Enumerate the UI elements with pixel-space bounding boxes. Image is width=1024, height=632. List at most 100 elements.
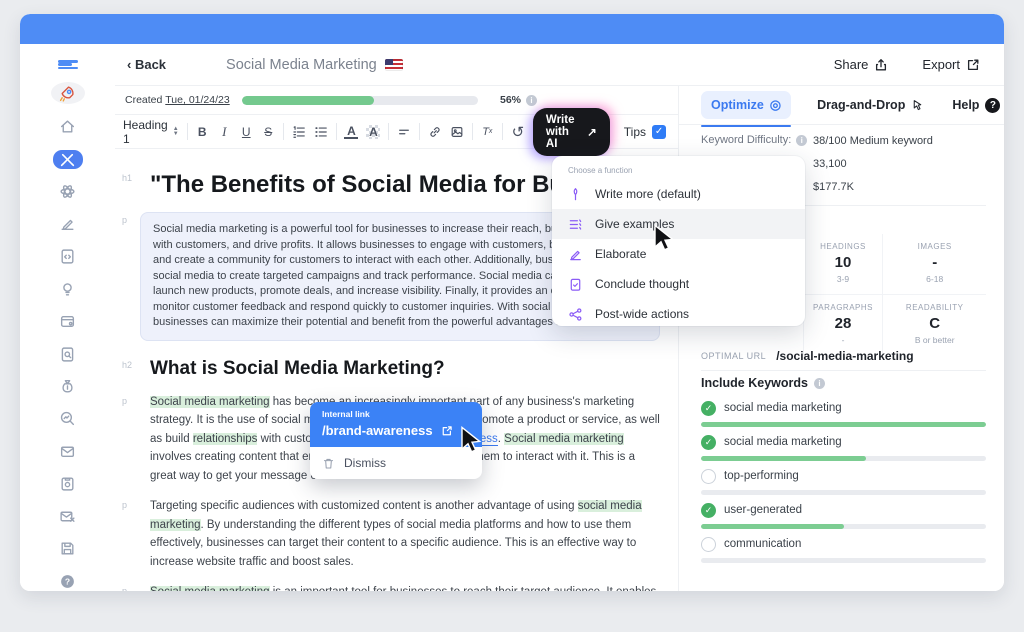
internal-link-url[interactable]: /brand-awareness <box>322 423 470 438</box>
keyword-item[interactable]: top-performing <box>701 468 986 495</box>
keyword-check-icon[interactable]: ✓ <box>701 503 716 518</box>
document-header: ‹ Back Social Media Marketing Share Expo… <box>115 44 1004 86</box>
progress-percent: 56%i <box>500 94 537 106</box>
sidebar-item-ideas[interactable] <box>53 279 83 298</box>
lightbulb-icon <box>59 281 76 298</box>
sidebar-item-audit[interactable] <box>53 344 83 363</box>
write-with-ai-button[interactable]: Write with AI↗ <box>533 108 610 156</box>
keyword-item[interactable]: communication <box>701 536 986 563</box>
stat-cell-images: IMAGES-6-18 <box>883 234 986 295</box>
sidebar-item-editor-active[interactable] <box>53 150 83 169</box>
sidebar-item-unsubscribe[interactable] <box>53 507 83 526</box>
stat-cell-headings: HEADINGS103-9 <box>804 234 884 295</box>
tab-drag-and-drop[interactable]: Drag-and-Drop <box>817 98 924 112</box>
image-button[interactable] <box>450 125 464 139</box>
tips-checkbox[interactable]: ✓ <box>652 125 666 139</box>
pen-icon <box>568 187 583 202</box>
heading2-text[interactable]: What is Social Media Marketing? <box>150 357 660 381</box>
keyword-item[interactable]: ✓social media marketing <box>701 434 986 461</box>
keyword-check-icon[interactable] <box>701 537 716 552</box>
traffic-value: $177.7K <box>813 181 854 193</box>
back-button[interactable]: ‹ Back <box>127 57 166 72</box>
browser-card-icon <box>59 313 76 330</box>
strikethrough-button[interactable]: S <box>261 125 275 139</box>
sidebar-item-research[interactable] <box>53 409 83 428</box>
undo-button[interactable]: ↺ <box>511 123 525 141</box>
heading-style-select[interactable]: Heading 1▲▼ <box>123 118 179 146</box>
share-network-icon <box>568 307 583 322</box>
share-button[interactable]: Share <box>834 57 889 72</box>
page-title[interactable]: Social Media Marketing <box>226 57 403 73</box>
bold-button[interactable]: B <box>195 125 209 139</box>
highlight-button[interactable]: A <box>366 125 380 139</box>
menu-item-post-wide-actions[interactable]: Post-wide actions <box>552 299 805 329</box>
menu-item-conclude-thought[interactable]: Conclude thought <box>552 269 805 299</box>
keyword-item[interactable]: ✓user-generated <box>701 502 986 529</box>
rocket-icon <box>59 85 76 102</box>
doc-search-icon <box>59 346 76 363</box>
block-tag: h1 <box>122 170 150 200</box>
seo-progress-bar <box>242 96 478 105</box>
search-volume-value: 33,100 <box>813 158 847 170</box>
keyword-item[interactable]: ✓social media marketing <box>701 400 986 427</box>
export-icon <box>966 58 980 72</box>
paragraph-block[interactable]: p Targeting specific audiences with cust… <box>122 497 660 571</box>
export-button[interactable]: Export <box>922 57 980 72</box>
align-button[interactable] <box>397 125 411 139</box>
image-icon <box>450 125 464 139</box>
text-color-button[interactable]: A <box>344 125 358 139</box>
link-button[interactable] <box>428 125 442 139</box>
rocket-avatar[interactable] <box>51 82 85 104</box>
sidebar-item-tasks[interactable] <box>53 474 83 493</box>
pencil-icon <box>568 247 583 262</box>
info-icon[interactable]: i <box>526 95 537 106</box>
dismiss-button[interactable]: Dismiss <box>310 447 482 479</box>
menu-icon[interactable] <box>58 60 78 69</box>
internal-link-label: Internal link <box>322 409 470 419</box>
created-date: Created Tue, 01/24/23 <box>125 94 230 106</box>
sidebar-item-help[interactable]: ? <box>53 571 83 590</box>
sidebar-item-save[interactable] <box>53 539 83 558</box>
help-badge-icon: ? <box>985 98 1000 113</box>
sidebar: ? <box>20 44 115 591</box>
bullet-list-button[interactable] <box>314 125 328 139</box>
paragraph-block[interactable]: p Social media marketing is an important… <box>122 583 660 591</box>
pen-glyph: ↗ <box>587 125 597 139</box>
created-date-link[interactable]: Tue, 01/24/23 <box>165 94 229 106</box>
stat-cell-readability: READABILITYCB or better <box>883 295 986 355</box>
sidebar-item-write[interactable] <box>53 214 83 233</box>
keyword-check-icon[interactable]: ✓ <box>701 435 716 450</box>
clear-format-button[interactable]: Tx <box>480 126 494 138</box>
menu-item-give-examples[interactable]: Give examples <box>552 209 805 239</box>
keyword-check-icon[interactable]: ✓ <box>701 401 716 416</box>
clipboard-check-icon <box>568 277 583 292</box>
us-flag-icon <box>385 59 403 71</box>
sidebar-item-ai[interactable] <box>53 182 83 201</box>
sidebar-item-browser[interactable] <box>53 312 83 331</box>
keyword-check-icon[interactable] <box>701 469 716 484</box>
tab-optimize[interactable]: Optimize◎ <box>701 91 791 119</box>
sidebar-item-content-brief[interactable] <box>53 247 83 266</box>
editor-toolbar: Heading 1▲▼ B I U S A A Tx ↺ Write with … <box>115 115 678 149</box>
internal-link-popup: Internal link /brand-awareness Dismiss <box>310 402 482 479</box>
optimal-url-row: OPTIMAL URL /social-media-marketing <box>701 349 914 363</box>
ordered-list-icon <box>292 125 306 139</box>
italic-button[interactable]: I <box>217 124 231 140</box>
sidebar-item-monetize[interactable] <box>53 377 83 396</box>
menu-item-write-more[interactable]: Write more (default) <box>552 179 805 209</box>
sidebar-item-home[interactable] <box>53 117 83 136</box>
mouse-cursor <box>653 224 677 252</box>
ordered-list-button[interactable] <box>292 125 306 139</box>
info-icon[interactable]: i <box>796 135 807 146</box>
underline-button[interactable]: U <box>239 125 253 139</box>
signature-icon <box>59 216 76 233</box>
sidebar-item-outreach[interactable] <box>53 442 83 461</box>
heading2-block[interactable]: h2 What is Social Media Marketing? <box>122 357 660 381</box>
optimal-url-value[interactable]: /social-media-marketing <box>776 349 913 363</box>
tab-help[interactable]: Help? <box>952 98 1000 113</box>
info-icon[interactable]: i <box>814 378 825 389</box>
list-examples-icon <box>568 217 583 232</box>
svg-text:?: ? <box>65 576 70 586</box>
keyword-progress-bar <box>701 558 986 563</box>
menu-item-elaborate[interactable]: Elaborate <box>552 239 805 269</box>
